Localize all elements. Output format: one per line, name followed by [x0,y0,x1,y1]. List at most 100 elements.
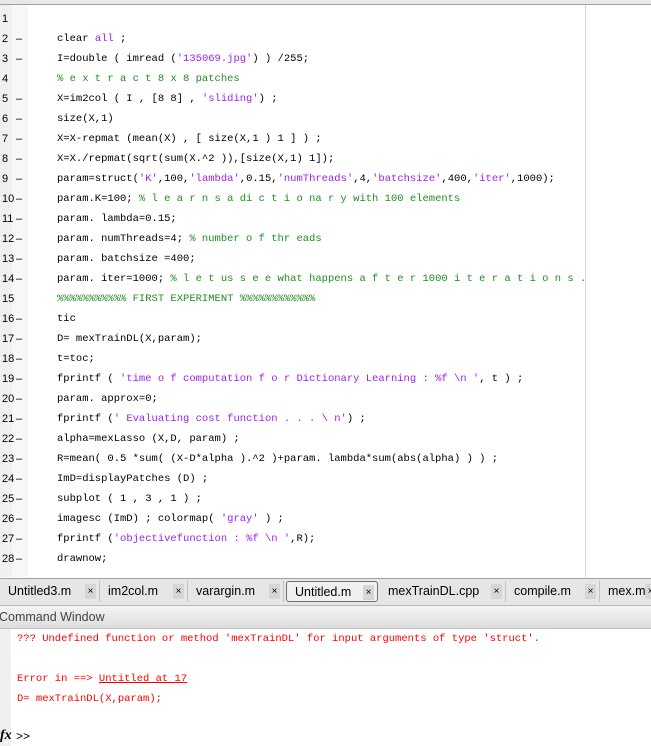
executable-line-marker[interactable]: – [16,449,22,469]
code-text: alpha=mexLasso (X,D, param) ; [57,429,240,449]
code-text: param. lambda=0.15; [57,209,177,229]
executable-line-marker[interactable]: – [16,369,22,389]
editor-tab[interactable]: mexTrainDL.cpp × [380,581,506,602]
executable-line-marker[interactable]: – [16,49,22,69]
error-location-link[interactable]: Untitled at 17 [99,673,187,685]
code-token: ) ; [258,513,284,525]
line-number: 1 [2,13,9,25]
code-text: subplot ( 1 , 3 , 1 ) ; [57,489,202,509]
executable-line-marker[interactable]: – [16,29,22,49]
executable-line-marker[interactable]: – [16,329,22,349]
editor-tab[interactable]: mex.m × [600,581,651,602]
code-token: ,0.15, [239,173,278,185]
code-token: param.K=100; [57,193,139,205]
code-text: drawnow; [57,549,107,569]
code-token: , t ) ; [479,373,524,385]
code-token: ,100, [157,173,190,185]
code-token: fprintf ( [57,373,121,385]
close-tab-icon[interactable]: × [85,584,96,599]
editor-tab[interactable]: Untitled3.m × [0,581,100,602]
fx-function-browser-icon[interactable]: fx [0,728,12,744]
code-text: % e x t r a c t 8 x 8 patches [57,69,240,89]
code-token: R=mean( 0.5 *sum( (X-D*alpha ).^2 )+para… [57,453,499,465]
comment-token: % number o f thr eads [189,233,322,245]
code-token: ,1000); [510,173,555,185]
code-token: t=toc; [57,353,95,365]
executable-line-marker[interactable]: – [16,209,22,229]
executable-line-marker[interactable]: – [16,169,22,189]
error-in-prefix: Error in ==> [17,673,99,685]
code-text: t=toc; [57,349,95,369]
command-prompt[interactable]: >> [16,729,30,743]
comment-token: % l e a r n s a di c t i o na r y with 1… [138,193,461,205]
editor-tab[interactable]: compile.m × [506,581,600,602]
code-text: param. batchsize =400; [57,249,196,269]
code-token: I=double ( imread ( [57,53,177,65]
executable-line-marker[interactable]: – [16,129,22,149]
string-token: 'objectivefunction : %f \n ' [113,533,291,545]
code-text: param. iter=1000; % l e t us s e e what … [57,269,586,289]
close-tab-icon[interactable]: × [491,584,502,599]
code-token: fprintf ( [57,413,114,425]
close-tab-icon[interactable]: × [363,585,374,600]
code-token: X=X./repmat(sqrt(sum(X.^2 )),[size(X,1) … [57,153,335,165]
string-token: 'iter' [472,173,511,185]
executable-line-marker[interactable]: – [16,389,22,409]
code-editor[interactable]: 1 2– clear all ; 3– I=double ( imread ('1350… [0,5,651,577]
code-token: param. approx=0; [57,393,158,405]
executable-line-marker[interactable]: – [16,309,22,329]
executable-line-marker[interactable]: – [16,249,22,269]
tab-label: mexTrainDL.cpp [388,584,480,598]
executable-line-marker[interactable]: – [16,549,22,569]
executable-line-marker[interactable]: – [16,269,22,289]
code-token: param=struct( [57,173,139,185]
close-tab-icon[interactable]: × [585,584,596,599]
line-number: 4 [2,73,9,85]
executable-line-marker[interactable]: – [16,429,22,449]
string-token: 'K' [138,173,158,185]
tab-label: varargin.m [196,584,256,598]
executable-line-marker[interactable]: – [16,109,22,129]
error-code-line: D= mexTrainDL(X,param); [17,693,162,705]
executable-line-marker[interactable]: – [16,89,22,109]
code-text: param. approx=0; [57,389,158,409]
executable-line-marker[interactable]: – [16,469,22,489]
code-text: %%%%%%%%%%% FIRST EXPERIMENT %%%%%%%%%%%… [57,289,315,309]
executable-line-marker[interactable]: – [16,489,22,509]
editor-tab[interactable]: varargin.m × [188,581,284,602]
comment-token: %%%%%%%%%%% FIRST EXPERIMENT %%%%%%%%%%%… [57,293,316,305]
code-token: ,R); [290,533,316,545]
code-token: fprintf ( [57,533,114,545]
code-text: param.K=100; % l e a r n s a di c t i o … [57,189,460,209]
code-token: tic [57,313,76,325]
code-text: fprintf (' Evaluating cost function . . … [57,409,366,429]
executable-line-marker[interactable]: – [16,189,22,209]
code-text: tic [57,309,76,329]
editor-tab[interactable]: im2col.m × [100,581,188,602]
code-token: ,4, [353,173,373,185]
executable-line-marker[interactable]: – [16,229,22,249]
code-token: X=X-repmat (mean(X) , [ size(X,1 ) 1 ] )… [57,133,322,145]
editor-tab[interactable]: Untitled.m × [286,581,378,602]
executable-line-marker[interactable]: – [16,149,22,169]
command-window[interactable]: ??? Undefined function or method 'mexTra… [0,629,651,746]
close-tab-icon[interactable]: × [645,584,651,599]
close-tab-icon[interactable]: × [173,584,184,599]
executable-line-marker[interactable]: – [16,509,22,529]
code-text: param. numThreads=4; % number o f thr ea… [57,229,322,249]
error-location: Error in ==> Untitled at 17 [17,669,187,689]
code-token: param. lambda=0.15; [57,213,177,225]
close-tab-icon[interactable]: × [269,584,280,599]
code-text: fprintf ( 'time o f computation f o r Di… [57,369,523,389]
code-token: param. batchsize =400; [57,253,196,265]
string-token: 'gray' [220,513,259,525]
code-text: I=double ( imread ('135069.jpg') ) /255; [57,49,309,69]
string-token: 'lambda' [189,173,240,185]
executable-line-marker[interactable]: – [16,409,22,429]
executable-line-marker[interactable]: – [16,349,22,369]
string-token: ' Evaluating cost function . . . \ n' [113,413,347,425]
code-text: clear all ; [57,29,126,49]
executable-line-marker[interactable]: – [16,529,22,549]
code-text: X=X./repmat(sqrt(sum(X.^2 )),[size(X,1) … [57,149,334,169]
comment-token: % e x t r a c t 8 x 8 patches [57,73,240,85]
